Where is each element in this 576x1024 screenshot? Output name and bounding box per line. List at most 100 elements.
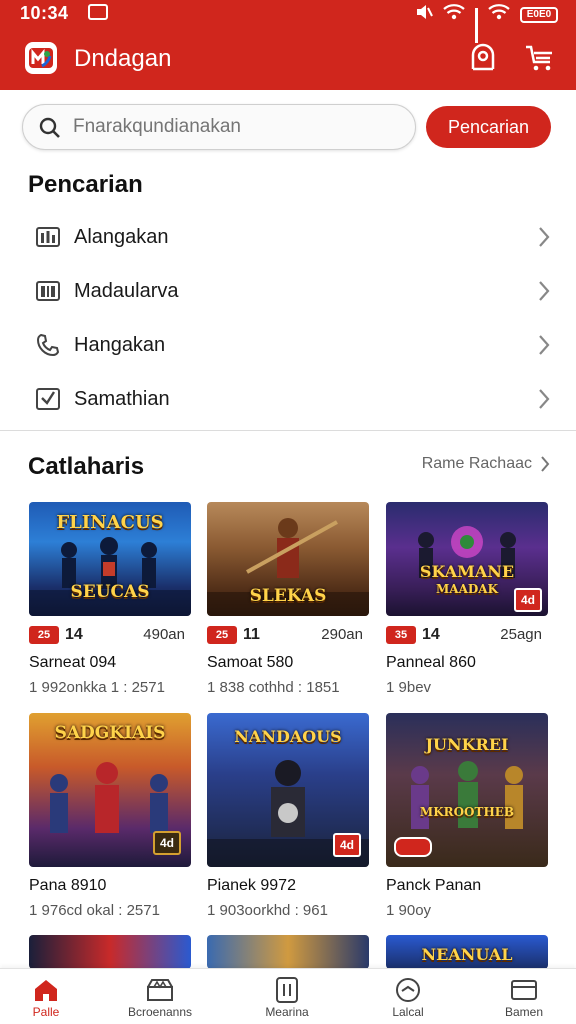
chevron-right-icon bbox=[538, 334, 550, 361]
nav-item-store[interactable]: Bcroenanns bbox=[105, 975, 215, 1023]
share-badge: 4d bbox=[153, 831, 181, 855]
card-name: Samoat 580 bbox=[207, 654, 294, 671]
card-age: 290an bbox=[321, 626, 363, 643]
game-thumbnail bbox=[207, 935, 369, 969]
chevron-right-icon bbox=[541, 456, 550, 472]
thumbnail-title: SADGKIAIS bbox=[54, 723, 166, 743]
menu-item-alangakan[interactable]: Alangakan bbox=[0, 210, 576, 264]
menu-item-label: Hangakan bbox=[74, 333, 166, 356]
search-icon bbox=[39, 117, 61, 144]
nav-label: Mearina bbox=[265, 1005, 309, 1019]
battery-icon: E0E0 bbox=[520, 6, 558, 23]
thumbnail-title: FLINACUS bbox=[56, 512, 164, 533]
tablet-icon bbox=[276, 977, 298, 1003]
nav-label: Palle bbox=[32, 1005, 60, 1019]
nav-item-clock[interactable]: Lalcal bbox=[353, 975, 463, 1023]
card-sub: 1 90oy bbox=[386, 902, 432, 919]
status-icons: E0E0 bbox=[415, 4, 558, 43]
game-thumbnail: NEANUAL bbox=[386, 935, 548, 969]
game-thumbnail: SADGKIAIS 4d bbox=[29, 713, 191, 867]
card-sub: 1 976cd okal : 2571 bbox=[29, 902, 160, 919]
search-button[interactable]: Pencarian bbox=[426, 106, 551, 148]
see-all-label: Rame Rachaac bbox=[421, 455, 532, 472]
menu-item-label: Samathian bbox=[74, 387, 170, 410]
status-time: 10:34 bbox=[20, 3, 69, 23]
card-age: 490an bbox=[143, 626, 185, 643]
thumbnail-title: SKAMANE bbox=[419, 562, 515, 581]
game-thumbnail bbox=[29, 935, 191, 969]
nav-label: Bamen bbox=[504, 1005, 544, 1019]
card-rank: 14 bbox=[65, 626, 83, 643]
nav-item-card[interactable]: Bamen bbox=[469, 975, 576, 1023]
game-thumbnail: NANDAOUS 4d bbox=[207, 713, 369, 867]
search-input[interactable] bbox=[73, 105, 403, 149]
rating-badge: 35 bbox=[386, 626, 416, 644]
nav-label: Lalcal bbox=[392, 1005, 424, 1019]
card-meta: 25 14 490an bbox=[29, 626, 191, 646]
search-box bbox=[22, 104, 416, 150]
wifi-icon-2 bbox=[488, 4, 510, 25]
home-icon bbox=[35, 980, 57, 1001]
chevron-right-icon bbox=[538, 388, 550, 415]
thumbnail-title: NEANUAL bbox=[421, 945, 513, 964]
bottom-navigation: Palle Bcroenanns Mearina Lalcal Bamen bbox=[0, 968, 576, 1024]
calendar-icon bbox=[35, 279, 61, 303]
chevron-right-icon bbox=[538, 280, 550, 307]
thumbnail-tag bbox=[394, 837, 432, 857]
thumbnail-subtitle: SEUCAS bbox=[70, 582, 150, 602]
card-sub: 1 903oorkhd : 961 bbox=[207, 902, 328, 919]
rating-badge: 25 bbox=[207, 626, 237, 644]
nav-label: Bcroenanns bbox=[127, 1005, 193, 1019]
card-name: Sarneat 094 bbox=[29, 654, 117, 671]
menu-item-label: Alangakan bbox=[74, 225, 169, 248]
mute-icon bbox=[415, 4, 433, 25]
share-badge: 4d bbox=[514, 588, 542, 612]
thumbnail-title: NANDAOUS bbox=[234, 727, 342, 746]
menu-item-samathian[interactable]: Samathian bbox=[0, 372, 576, 426]
card-age: 25agn bbox=[500, 626, 542, 643]
card-name: Pana 8910 bbox=[29, 877, 107, 894]
card-name: Pianek 9972 bbox=[207, 877, 296, 894]
menu-item-madaularva[interactable]: Madaularva bbox=[0, 264, 576, 318]
app-bar: Dndagan bbox=[0, 36, 576, 82]
app-logo bbox=[25, 42, 57, 74]
status-bar: 10:34 E0E0 bbox=[0, 0, 576, 43]
thumbnail-title: JUNKREI bbox=[425, 735, 509, 754]
clock-icon bbox=[396, 978, 420, 1002]
cart-button[interactable] bbox=[521, 40, 557, 76]
card-meta: 25 11 290an bbox=[207, 626, 369, 646]
profile-button[interactable] bbox=[465, 40, 501, 76]
card-sub: 1 992onkka 1 : 2571 bbox=[29, 679, 165, 696]
card-name: Panneal 860 bbox=[386, 654, 476, 671]
pencarian-list: Alangakan Madaularva Hangakan Samathian bbox=[0, 210, 576, 426]
section-title-pencarian: Pencarian bbox=[28, 171, 143, 198]
section-title-catalog: Catlaharis bbox=[28, 453, 145, 480]
user-icon bbox=[471, 43, 495, 71]
chevron-right-icon bbox=[538, 226, 550, 253]
card-icon bbox=[511, 980, 537, 1000]
card-rank: 11 bbox=[243, 626, 260, 643]
notification-icon bbox=[88, 4, 108, 20]
app-title: Dndagan bbox=[74, 45, 172, 72]
thumbnail-subtitle: SLEKAS bbox=[249, 586, 327, 606]
card-meta: 35 14 25agn bbox=[386, 626, 548, 646]
see-all-link[interactable]: Rame Rachaac bbox=[422, 455, 550, 473]
app-header: 10:34 E0E0 Dndagan bbox=[0, 0, 576, 90]
game-thumbnail: FLINACUS SEUCAS bbox=[29, 502, 191, 616]
game-thumbnail: JUNKREI MKROOTHEB bbox=[386, 713, 548, 867]
cart-icon bbox=[526, 45, 552, 71]
phone-icon bbox=[35, 333, 61, 357]
card-name: Panck Panan bbox=[386, 877, 482, 894]
store-icon bbox=[147, 979, 173, 1001]
nav-item-tablet[interactable]: Mearina bbox=[232, 975, 342, 1023]
nav-item-home[interactable]: Palle bbox=[0, 975, 101, 1023]
card-sub: 1 9bev bbox=[386, 679, 432, 696]
menu-item-hangakan[interactable]: Hangakan bbox=[0, 318, 576, 372]
signal-icon bbox=[475, 7, 478, 43]
game-thumbnail: SLEKAS bbox=[207, 502, 369, 616]
checkbox-icon bbox=[35, 387, 61, 411]
game-thumbnail: SKAMANE MAADAK 4d bbox=[386, 502, 548, 616]
rating-badge: 25 bbox=[29, 626, 59, 644]
thumbnail-subtitle: MKROOTHEB bbox=[419, 805, 515, 819]
card-rank: 14 bbox=[422, 626, 440, 643]
